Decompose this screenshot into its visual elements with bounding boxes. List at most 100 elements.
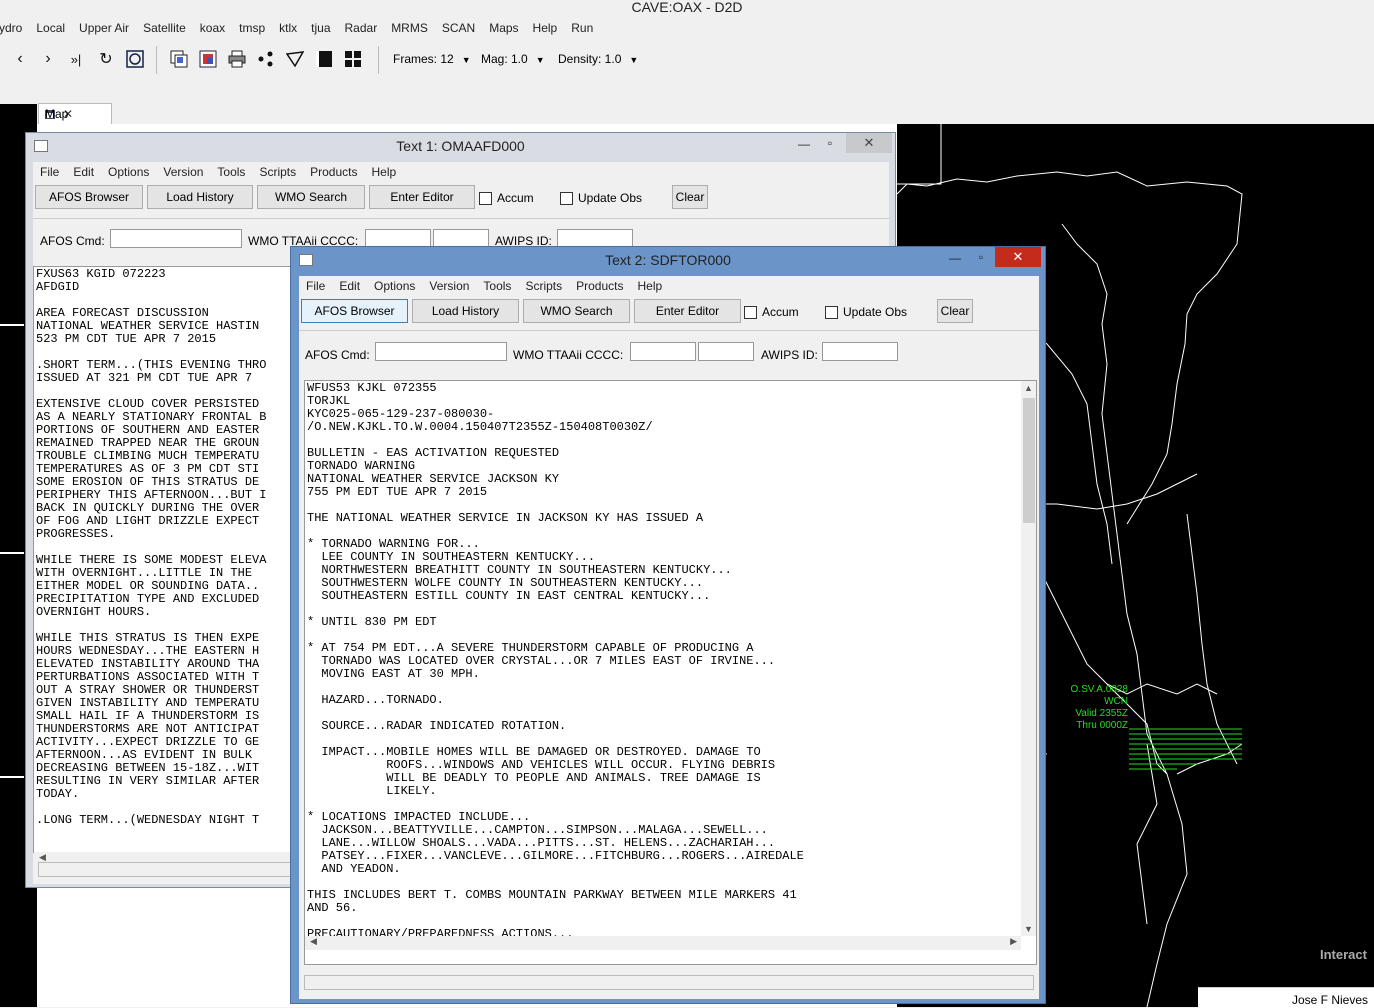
loop-icon[interactable]: ↻	[97, 50, 115, 68]
chevron-down-icon: ▼	[461, 55, 471, 65]
text2-hscrollbar[interactable]: ◀ ▶	[305, 936, 1021, 950]
text2-menu-item-file[interactable]: File	[299, 276, 332, 296]
enter-editor-button[interactable]: Enter Editor	[369, 185, 475, 209]
menu-item-upper-air[interactable]: Upper Air	[72, 18, 136, 38]
checkbox-box	[560, 191, 573, 205]
clear-button[interactable]: Clear	[672, 185, 708, 209]
text2-titlebar[interactable]: Text 2: SDFTOR000 — ▫ ✕	[291, 247, 1045, 273]
rock-icon[interactable]	[126, 50, 144, 68]
text2-menubar: File Edit Options Version Tools Scripts Produc…	[299, 276, 669, 296]
image-combine-icon[interactable]	[199, 50, 217, 68]
warning-label-line: Thru 0000Z	[1076, 720, 1128, 731]
clear-icon[interactable]	[170, 50, 188, 68]
text1-menu-item-tools[interactable]: Tools	[210, 162, 252, 182]
text2-menu-item-help[interactable]: Help	[630, 276, 669, 296]
checkbox-box	[744, 305, 757, 319]
accum-checkbox[interactable]: Accum	[479, 191, 534, 205]
text1-menu-item-products[interactable]: Products	[303, 162, 364, 182]
text2-menu-item-options[interactable]: Options	[367, 276, 422, 296]
maximize-icon[interactable]: ▫	[973, 248, 989, 266]
text2-window: Text 2: SDFTOR000 — ▫ ✕ File Edit Options V…	[290, 246, 1046, 1004]
text2-menu-item-scripts[interactable]: Scripts	[518, 276, 569, 296]
points-icon[interactable]	[257, 50, 275, 68]
tab-map[interactable]: Map ✕	[38, 103, 112, 124]
text2-status-strip	[304, 975, 1034, 990]
step-back-icon[interactable]: ‹	[11, 50, 29, 68]
load-history-button[interactable]: Load History	[412, 299, 519, 323]
panel-1-icon[interactable]	[315, 50, 333, 68]
menu-item-scan[interactable]: SCAN	[435, 18, 482, 38]
load-history-button[interactable]: Load History	[147, 185, 253, 209]
close-icon[interactable]: ✕	[846, 133, 892, 153]
text1-menu-item-edit[interactable]: Edit	[66, 162, 101, 182]
wmo-cccc-input[interactable]	[698, 342, 754, 361]
menu-item-ktlx[interactable]: ktlx	[272, 18, 304, 38]
boundary-line	[0, 552, 24, 554]
enter-editor-button[interactable]: Enter Editor	[634, 299, 741, 323]
text2-product-text[interactable]: WFUS53 KJKL 072355 TORJKL KYC025-065-129…	[304, 380, 1037, 965]
text1-menu-item-options[interactable]: Options	[101, 162, 156, 182]
accum-checkbox[interactable]: Accum	[744, 305, 799, 319]
print-icon[interactable]	[228, 50, 246, 68]
text2-menu-item-edit[interactable]: Edit	[332, 276, 367, 296]
text2-body: File Edit Options Version Tools Scripts Produc…	[299, 276, 1039, 999]
afos-browser-button[interactable]: AFOS Browser	[301, 299, 408, 323]
menu-item-satellite[interactable]: Satellite	[136, 18, 193, 38]
baselines-icon[interactable]	[286, 50, 304, 68]
text2-menu-item-tools[interactable]: Tools	[476, 276, 518, 296]
frames-dropdown[interactable]: Frames: 12 ▼	[393, 52, 471, 66]
menu-item-local[interactable]: Local	[29, 18, 72, 38]
divider	[33, 218, 889, 219]
text1-menu-item-scripts[interactable]: Scripts	[252, 162, 303, 182]
update-obs-label: Update Obs	[843, 305, 908, 319]
afos-cmd-input[interactable]	[375, 342, 507, 361]
menu-item-tmsp[interactable]: tmsp	[232, 18, 272, 38]
menu-item-radar[interactable]: Radar	[338, 18, 385, 38]
update-obs-checkbox[interactable]: Update Obs	[560, 191, 642, 205]
menu-item-run[interactable]: Run	[564, 18, 600, 38]
menu-item-koax[interactable]: koax	[193, 18, 232, 38]
text1-title: Text 1: OMAAFD000	[396, 138, 525, 154]
last-frame-icon[interactable]: »|	[67, 50, 85, 68]
menu-item-mrms[interactable]: MRMS	[384, 18, 435, 38]
text1-titlebar[interactable]: Text 1: OMAAFD000 — ▫ ✕	[26, 133, 895, 159]
warning-label-line: Valid 2355Z	[1075, 708, 1128, 719]
checkbox-box	[479, 191, 492, 205]
close-icon[interactable]: ✕	[995, 247, 1041, 267]
menu-item-help[interactable]: Help	[526, 18, 565, 38]
scroll-left-icon[interactable]: ◀	[310, 936, 317, 947]
clear-button[interactable]: Clear	[937, 299, 973, 323]
mag-dropdown[interactable]: Mag: 1.0 ▼	[481, 52, 545, 66]
menu-item-tjua[interactable]: tjua	[304, 18, 337, 38]
maximize-icon[interactable]: ▫	[822, 134, 838, 152]
afos-cmd-input[interactable]	[110, 229, 242, 248]
scroll-down-icon[interactable]: ▼	[1021, 924, 1036, 934]
scroll-up-icon[interactable]: ▲	[1021, 383, 1036, 393]
text1-menu-item-file[interactable]: File	[33, 162, 66, 182]
minimize-icon[interactable]: —	[796, 135, 812, 153]
text2-menu-item-products[interactable]: Products	[569, 276, 630, 296]
wmo-ttaaii-input[interactable]	[630, 342, 696, 361]
wmo-search-button[interactable]: WMO Search	[257, 185, 365, 209]
awips-id-input[interactable]	[822, 342, 898, 361]
afos-browser-button[interactable]: AFOS Browser	[35, 185, 143, 209]
text2-title: Text 2: SDFTOR000	[605, 252, 731, 268]
density-dropdown[interactable]: Density: 1.0 ▼	[558, 52, 638, 66]
wmo-search-button[interactable]: WMO Search	[523, 299, 630, 323]
step-forward-icon[interactable]: ›	[39, 50, 57, 68]
panel-4-icon[interactable]	[344, 50, 362, 68]
text2-menu-item-version[interactable]: Version	[422, 276, 476, 296]
update-obs-checkbox[interactable]: Update Obs	[825, 305, 907, 319]
accum-label: Accum	[762, 305, 799, 319]
afos-cmd-label: AFOS Cmd:	[40, 234, 105, 248]
menu-item-maps[interactable]: Maps	[482, 18, 525, 38]
map-tabbar	[37, 104, 1374, 124]
text1-menu-item-version[interactable]: Version	[156, 162, 210, 182]
scroll-right-icon[interactable]: ▶	[1010, 936, 1017, 947]
afos-cmd-label: AFOS Cmd:	[305, 348, 370, 362]
scroll-thumb[interactable]	[1023, 398, 1035, 523]
minimize-icon[interactable]: —	[947, 249, 963, 267]
text1-menu-item-help[interactable]: Help	[364, 162, 403, 182]
text2-vscrollbar[interactable]: ▲ ▼	[1021, 381, 1036, 936]
menu-item-ydro[interactable]: ydro	[0, 18, 29, 38]
